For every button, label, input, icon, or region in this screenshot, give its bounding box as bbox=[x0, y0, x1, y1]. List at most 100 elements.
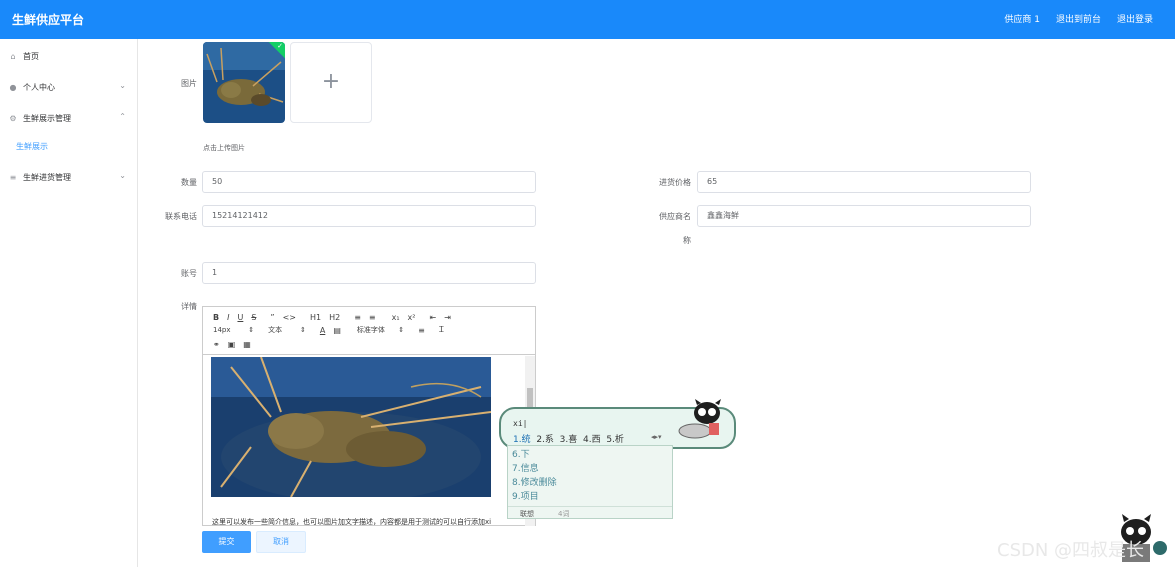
supplier-name-label: 供应商名 bbox=[659, 212, 691, 221]
uploaded-image-thumbnail[interactable]: ✓ bbox=[203, 42, 285, 123]
ime-candidate-list: 6.下 7.信息 8.修改删除 9.项目 联想 4词 bbox=[507, 445, 673, 519]
account-label: 账号 bbox=[181, 269, 197, 278]
blockquote-button[interactable]: ” bbox=[270, 313, 274, 322]
quantity-input[interactable]: 50 bbox=[202, 171, 536, 193]
font-family-value: 标准字体 bbox=[356, 326, 385, 334]
editor-toolbar: B I U S ” <> H1 H2 ≡ ≡ x₁ x² ⇤ ⇥ 14px ⇕ … bbox=[203, 307, 535, 355]
block-type-value: 文本 bbox=[268, 326, 283, 334]
purchase-price-input[interactable]: 65 bbox=[697, 171, 1031, 193]
phone-label: 联系电话 bbox=[165, 212, 197, 221]
toolbar-row-format: B I U S ” <> H1 H2 ≡ ≡ x₁ x² ⇤ ⇥ bbox=[213, 313, 459, 322]
ime-page-nav-icon[interactable]: ◂▸▾ bbox=[651, 433, 662, 441]
outdent-button[interactable]: ⇤ bbox=[430, 313, 437, 322]
indent-button[interactable]: ⇥ bbox=[444, 313, 451, 322]
ime-candidate[interactable]: 9.项目 bbox=[512, 489, 539, 502]
ime-candidate[interactable]: 7.信息 bbox=[512, 461, 539, 474]
sidebar-item-label: 生鲜展示 bbox=[16, 141, 48, 151]
chevron-down-icon: ⌄ bbox=[119, 81, 126, 90]
sidebar-item-label: 生鲜展示管理 bbox=[23, 113, 71, 123]
check-icon: ✓ bbox=[277, 42, 283, 50]
sidebar-item-profile[interactable]: ● 个人中心 ⌄ bbox=[0, 76, 138, 98]
ime-footer: 联想 4词 bbox=[508, 506, 672, 519]
ime-word-tab[interactable]: 4词 bbox=[558, 509, 569, 519]
chevron-up-icon: ⌃ bbox=[119, 112, 126, 121]
sidebar-item-fresh-display-mgmt[interactable]: ⚙ 生鲜展示管理 ⌃ bbox=[0, 107, 138, 129]
top-header: 生鲜供应平台 供应商 1 退出到前台 退出登录 bbox=[0, 0, 1175, 39]
ime-candidate[interactable]: 1.统 bbox=[513, 435, 531, 445]
toolbar-row-selects: 14px ⇕ 文本 ⇕ A ▤ 标准字体 ⇕ ≡ Ꮖ bbox=[213, 325, 452, 335]
italic-button[interactable]: I bbox=[227, 313, 229, 322]
ime-candidate[interactable]: 5.析 bbox=[606, 435, 624, 445]
h2-button[interactable]: H2 bbox=[329, 313, 340, 322]
ime-candidate[interactable]: 2.系 bbox=[536, 435, 554, 445]
sidebar-item-fresh-purchase-mgmt[interactable]: ≡ 生鲜进货管理 ⌄ bbox=[0, 166, 138, 188]
supplier-account-link[interactable]: 供应商 1 bbox=[1004, 12, 1040, 25]
ime-candidate-row: 1.统 2.系 3.喜 4.西 5.析 bbox=[513, 432, 624, 445]
ime-candidate[interactable]: 6.下 bbox=[512, 447, 530, 460]
upload-hint: 点击上传图片 bbox=[203, 144, 245, 152]
image-icon[interactable]: ▣ bbox=[228, 340, 236, 349]
block-type-select[interactable]: 文本 ⇕ bbox=[268, 325, 306, 335]
logout-link[interactable]: 退出登录 bbox=[1117, 12, 1153, 25]
quantity-label: 数量 bbox=[181, 178, 197, 187]
rich-text-editor: B I U S ” <> H1 H2 ≡ ≡ x₁ x² ⇤ ⇥ 14px ⇕ … bbox=[202, 306, 536, 526]
platform-title: 生鲜供应平台 bbox=[12, 13, 85, 27]
header-nav: 供应商 1 退出到前台 退出登录 bbox=[1004, 12, 1153, 25]
purchase-price-label: 进货价格 bbox=[659, 178, 691, 187]
home-icon: ⌂ bbox=[10, 51, 16, 61]
sidebar-item-home[interactable]: ⌂ 首页 bbox=[0, 45, 138, 67]
ime-candidate[interactable]: 3.喜 bbox=[560, 435, 578, 445]
exit-to-frontend-link[interactable]: 退出到前台 bbox=[1056, 12, 1101, 25]
h1-button[interactable]: H1 bbox=[310, 313, 321, 322]
gear-icon: ⚙ bbox=[9, 113, 17, 123]
image-upload-button[interactable]: + bbox=[290, 42, 372, 123]
ime-candidate[interactable]: 4.西 bbox=[583, 435, 601, 445]
underline-button[interactable]: U bbox=[237, 313, 243, 322]
ime-mascot-icon bbox=[678, 399, 721, 439]
align-icon[interactable]: ≡ bbox=[418, 326, 425, 335]
phone-input[interactable]: 15214121412 bbox=[202, 205, 536, 227]
submit-button[interactable]: 提交 bbox=[202, 531, 251, 553]
supplier-name-input[interactable]: 鑫鑫海鲜 bbox=[697, 205, 1031, 227]
editor-lobster-image bbox=[211, 357, 491, 497]
ordered-list-button[interactable]: ≡ bbox=[354, 313, 361, 322]
code-block-button[interactable]: <> bbox=[283, 313, 296, 322]
cancel-button[interactable]: 取消 bbox=[256, 531, 306, 553]
lobster-photo bbox=[203, 42, 285, 123]
supplier-name-label-tail: 称 bbox=[683, 236, 691, 245]
link-icon[interactable]: ⚭ bbox=[213, 340, 220, 349]
menu-icon: ≡ bbox=[9, 172, 17, 182]
ime-candidate-window: xi| 1.统 2.系 3.喜 4.西 5.析 ◂▸▾ 6.下 7.信息 8.修… bbox=[499, 399, 736, 520]
strike-button[interactable]: S bbox=[251, 313, 256, 322]
ime-association-tab[interactable]: 联想 bbox=[520, 509, 534, 519]
lobster-photo-large bbox=[211, 357, 491, 497]
csdn-watermark: CSDN @四叔是长 bbox=[997, 540, 1145, 561]
plus-icon: + bbox=[321, 69, 341, 94]
sidebar: ⌂ 首页 ● 个人中心 ⌄ ⚙ 生鲜展示管理 ⌃ 生鲜展示 ≡ 生鲜进货管理 ⌄ bbox=[0, 39, 138, 567]
superscript-button[interactable]: x² bbox=[408, 313, 416, 322]
chevron-down-icon: ⌄ bbox=[119, 171, 126, 180]
toolbar-row-insert: ⚭ ▣ ▦ bbox=[213, 340, 259, 349]
sidebar-item-label: 生鲜进货管理 bbox=[23, 172, 71, 182]
subscript-button[interactable]: x₁ bbox=[392, 313, 400, 322]
clear-format-icon[interactable]: Ꮖ bbox=[439, 325, 444, 335]
detail-label: 详情 bbox=[181, 302, 197, 311]
image-label: 图片 bbox=[181, 79, 197, 88]
bold-button[interactable]: B bbox=[213, 313, 219, 322]
font-family-select[interactable]: 标准字体 ⇕ bbox=[357, 325, 404, 335]
sidebar-item-label: 个人中心 bbox=[23, 82, 55, 92]
sidebar-item-fresh-display[interactable]: 生鲜展示 bbox=[0, 135, 138, 157]
font-size-select[interactable]: 14px ⇕ bbox=[213, 326, 254, 334]
background-color-icon[interactable]: ▤ bbox=[333, 326, 341, 335]
font-size-value: 14px bbox=[213, 326, 231, 334]
editor-body-text[interactable]: 这里可以发布一些简介信息，也可以图片加文字描述，内容都是用于测试的可以自行添加x… bbox=[212, 517, 491, 527]
ime-candidate[interactable]: 8.修改删除 bbox=[512, 475, 557, 488]
user-icon: ● bbox=[9, 82, 17, 92]
video-icon[interactable]: ▦ bbox=[243, 340, 251, 349]
sidebar-item-label: 首页 bbox=[23, 51, 39, 61]
app-window: 生鲜供应平台 供应商 1 退出到前台 退出登录 ⌂ 首页 ● 个人中心 ⌄ ⚙ … bbox=[0, 0, 1175, 567]
account-input[interactable]: 1 bbox=[202, 262, 536, 284]
ime-input-text: xi| bbox=[513, 419, 528, 428]
bullet-list-button[interactable]: ≡ bbox=[369, 313, 376, 322]
font-color-icon[interactable]: A bbox=[320, 326, 325, 335]
